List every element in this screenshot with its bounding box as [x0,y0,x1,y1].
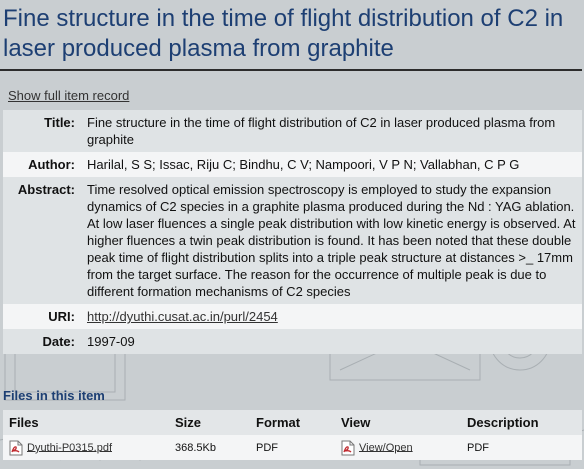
metadata-value: 1997-09 [87,334,135,349]
file-name-link[interactable]: Dyuthi-P0315.pdf [27,441,112,453]
metadata-row-abstract: Abstract: Time resolved optical emission… [3,177,582,304]
metadata-row-uri: URI: http://dyuthi.cusat.ac.in/purl/2454 [3,304,582,329]
metadata-value-cell: http://dyuthi.cusat.ac.in/purl/2454 [81,304,582,329]
uri-link[interactable]: http://dyuthi.cusat.ac.in/purl/2454 [87,309,278,324]
metadata-value: Time resolved optical emission spectrosc… [87,182,576,299]
file-format: PDF [250,435,335,460]
metadata-label: URI: [48,309,75,324]
metadata-row-author: Author: Harilal, S S; Issac, Riju C; Bin… [3,152,582,177]
column-header-view: View [335,410,461,435]
show-full-record-link[interactable]: Show full item record [8,88,129,103]
files-heading: Files in this item [3,388,105,403]
pdf-icon [9,440,23,455]
title-divider [0,69,582,71]
pdf-icon [341,440,355,455]
file-row: Dyuthi-P0315.pdf 368.5Kb PDF View/Open P… [3,435,582,460]
metadata-label: Abstract: [17,182,75,197]
view-cell: View/Open [335,435,461,460]
column-header-description: Description [461,410,582,435]
metadata-label: Author: [28,157,75,172]
files-header-row: Files Size Format View Description [3,410,582,435]
files-table: Files Size Format View Description Dyuth… [3,410,582,460]
column-header-size: Size [169,410,250,435]
metadata-value: Fine structure in the time of flight dis… [87,115,556,147]
metadata-label: Title: [44,115,75,130]
metadata-label: Date: [42,334,75,349]
file-description: PDF [461,435,582,460]
column-header-files: Files [3,410,169,435]
metadata-table: Title: Fine structure in the time of fli… [3,110,582,354]
file-cell: Dyuthi-P0315.pdf [3,435,169,460]
metadata-value: Harilal, S S; Issac, Riju C; Bindhu, C V… [87,157,520,172]
page-title: Fine structure in the time of flight dis… [3,5,564,62]
metadata-row-title: Title: Fine structure in the time of fli… [3,110,582,152]
column-header-format: Format [250,410,335,435]
view-open-link[interactable]: View/Open [359,441,413,453]
file-size: 368.5Kb [169,435,250,460]
metadata-row-date: Date: 1997-09 [3,329,582,354]
